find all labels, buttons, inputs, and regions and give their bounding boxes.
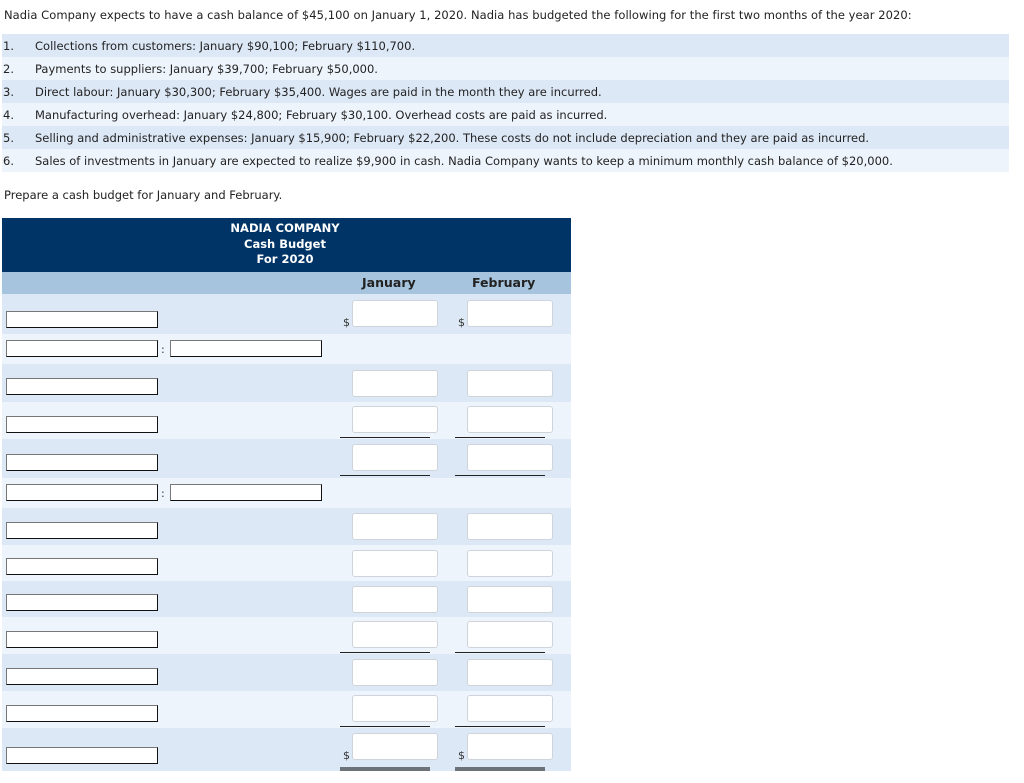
row-label-input[interactable] (6, 668, 158, 685)
currency-symbol: $ (458, 316, 465, 329)
row-label-input[interactable] (6, 522, 158, 539)
subtotal-underline (340, 475, 430, 476)
currency-symbol: $ (343, 316, 350, 329)
requirements-list: 1. Collections from customers: January $9… (2, 34, 1009, 172)
table-row (2, 364, 571, 402)
february-amount-input[interactable] (467, 586, 553, 613)
subtotal-underline (340, 437, 430, 438)
colon-separator: : (161, 487, 165, 500)
row-label-input[interactable] (6, 747, 158, 764)
cash-budget-table: NADIA COMPANY Cash Budget For 2020 Janua… (2, 218, 571, 771)
colon-separator: : (161, 343, 165, 356)
instruction-text: Prepare a cash budget for January and Fe… (4, 188, 283, 202)
february-amount-input[interactable] (467, 513, 553, 540)
table-row (2, 691, 571, 728)
item-text: Selling and administrative expenses: Jan… (35, 130, 870, 145)
item-number: 3. (3, 84, 14, 99)
item-number: 5. (3, 130, 14, 145)
row-label-input-secondary[interactable] (170, 340, 322, 357)
subtotal-underline (455, 437, 545, 438)
january-amount-input[interactable] (352, 659, 438, 686)
row-label-input[interactable] (6, 416, 158, 433)
list-item: 6. Sales of investments in January are ex… (2, 149, 1009, 172)
january-amount-input[interactable] (352, 550, 438, 577)
february-amount-input[interactable] (467, 550, 553, 577)
item-text: Payments to suppliers: January $39,700; … (35, 61, 378, 76)
february-amount-input[interactable] (467, 444, 553, 471)
list-item: 5. Selling and administrative expenses: J… (2, 126, 1009, 149)
problem-intro: Nadia Company expects to have a cash bal… (4, 8, 912, 22)
table-row (2, 617, 571, 654)
item-number: 4. (3, 107, 14, 122)
february-amount-input[interactable] (467, 300, 553, 327)
february-amount-input[interactable] (467, 733, 553, 760)
february-amount-input[interactable] (467, 695, 553, 722)
subtotal-underline (455, 652, 545, 653)
january-amount-input[interactable] (352, 300, 438, 327)
february-amount-input[interactable] (467, 659, 553, 686)
february-amount-input[interactable] (467, 406, 553, 433)
currency-symbol: $ (343, 749, 350, 762)
row-label-input[interactable] (6, 484, 158, 501)
budget-header: NADIA COMPANY Cash Budget For 2020 (2, 218, 571, 272)
january-amount-input[interactable] (352, 406, 438, 433)
table-row (2, 545, 571, 581)
table-row: : (2, 478, 571, 508)
column-header-february: February (472, 275, 536, 290)
january-amount-input[interactable] (352, 586, 438, 613)
total-double-underline (340, 767, 430, 771)
subtotal-underline (455, 726, 545, 727)
january-amount-input[interactable] (352, 621, 438, 648)
january-amount-input[interactable] (352, 695, 438, 722)
february-amount-input[interactable] (467, 370, 553, 397)
total-double-underline (455, 767, 545, 771)
list-item: 4. Manufacturing overhead: January $24,80… (2, 103, 1009, 126)
currency-symbol: $ (458, 749, 465, 762)
item-text: Collections from customers: January $90,… (35, 38, 416, 53)
january-amount-input[interactable] (352, 444, 438, 471)
row-label-input[interactable] (6, 378, 158, 395)
row-label-input[interactable] (6, 311, 158, 328)
table-row (2, 439, 571, 478)
list-item: 1. Collections from customers: January $9… (2, 34, 1009, 57)
statement-period: For 2020 (256, 252, 314, 266)
table-row (2, 654, 571, 691)
item-text: Sales of investments in January are expe… (35, 153, 893, 168)
row-label-input[interactable] (6, 340, 158, 357)
item-text: Manufacturing overhead: January $24,800;… (35, 107, 608, 122)
january-amount-input[interactable] (352, 513, 438, 540)
company-name: NADIA COMPANY (230, 221, 340, 235)
column-header-january: January (362, 275, 416, 290)
table-row: : (2, 334, 571, 364)
item-number: 6. (3, 153, 14, 168)
list-item: 2. Payments to suppliers: January $39,700… (2, 57, 1009, 80)
row-label-input-secondary[interactable] (170, 484, 322, 501)
row-label-input[interactable] (6, 594, 158, 611)
table-row (2, 581, 571, 617)
table-row: $ $ (2, 728, 571, 771)
row-label-input[interactable] (6, 558, 158, 575)
subtotal-underline (340, 652, 430, 653)
statement-title: Cash Budget (244, 236, 326, 251)
item-text: Direct labour: January $30,300; February… (35, 84, 602, 99)
january-amount-input[interactable] (352, 370, 438, 397)
table-row: $ $ (2, 294, 571, 334)
table-row (2, 402, 571, 439)
column-header-row: January February (2, 272, 571, 294)
item-number: 2. (3, 61, 14, 76)
row-label-input[interactable] (6, 454, 158, 471)
subtotal-underline (340, 726, 430, 727)
february-amount-input[interactable] (467, 621, 553, 648)
january-amount-input[interactable] (352, 733, 438, 760)
subtotal-underline (455, 475, 545, 476)
table-row (2, 508, 571, 545)
list-item: 3. Direct labour: January $30,300; Februa… (2, 80, 1009, 103)
item-number: 1. (3, 38, 14, 53)
row-label-input[interactable] (6, 631, 158, 648)
row-label-input[interactable] (6, 705, 158, 722)
